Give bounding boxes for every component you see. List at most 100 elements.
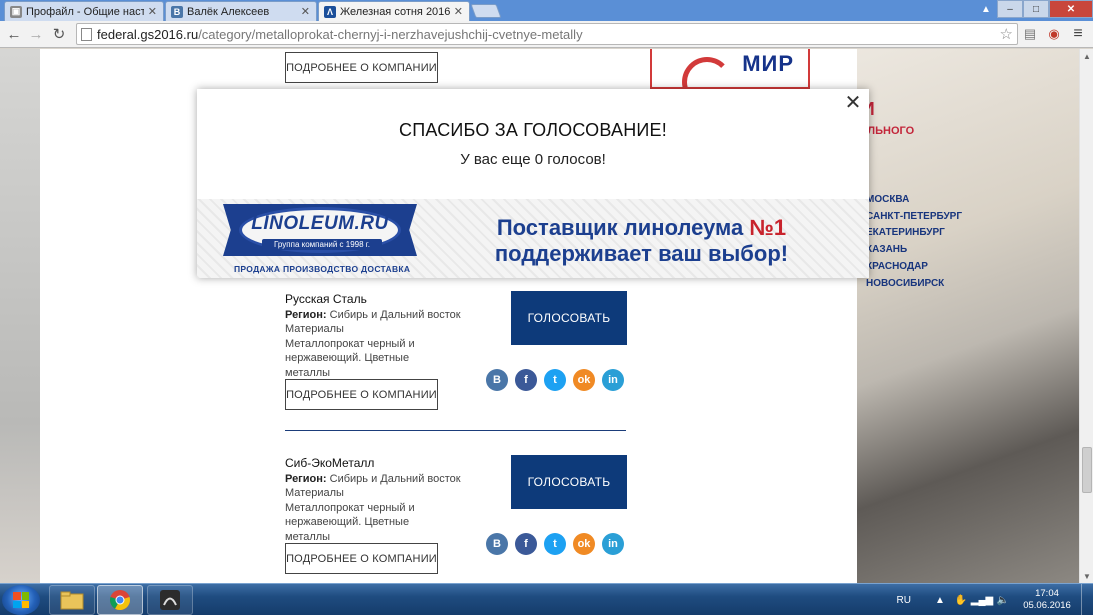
browser-tab-strip: ▣ Профайл - Общие настр ✕ В Валёк Алексе… — [0, 0, 1093, 21]
city-item: ЕКАТЕРИНБУРГ — [866, 227, 945, 239]
linkedin-icon[interactable]: in — [602, 369, 624, 391]
url-path: /category/metalloprokat-chernyj-i-nerzha… — [198, 26, 583, 42]
more-about-company-button[interactable]: ПОДРОБНЕЕ О КОМПАНИИ — [285, 379, 438, 410]
social-share: В f t ok in — [486, 369, 624, 391]
vk-icon[interactable]: В — [486, 533, 508, 555]
windows-taskbar: RU ▲ ✋ ▂▄▆ 🔈 17:04 05.06.2016 — [0, 583, 1093, 615]
more-about-company-button[interactable]: ПОДРОБНЕЕ О КОМПАНИИ — [285, 52, 438, 83]
twitter-icon[interactable]: t — [544, 533, 566, 555]
odnoklassniki-icon[interactable]: ok — [573, 369, 595, 391]
cities-list: МОСКВА САНКТ-ПЕТЕРБУРГ ЕКАТЕРИНБУРГ КАЗА… — [866, 192, 962, 292]
materials-value: Металлопрокат черный и нержавеющий. Цвет… — [285, 337, 415, 379]
materials-label: Материалы — [285, 323, 344, 335]
tab-title: Профайл - Общие настр — [26, 5, 144, 18]
materials-label: Материалы — [285, 487, 344, 499]
close-icon[interactable]: ✕ — [454, 5, 463, 18]
tab-title: Валёк Алексеев — [187, 5, 270, 18]
maximize-button[interactable]: □ — [1023, 0, 1049, 18]
close-icon[interactable]: ✕ — [844, 93, 862, 113]
explorer-taskbar-icon[interactable] — [49, 585, 95, 615]
city-item: САНКТ-ПЕТЕРБУРГ — [866, 210, 963, 222]
tab-vk[interactable]: В Валёк Алексеев ✕ — [165, 1, 317, 21]
app-taskbar-icon[interactable] — [147, 585, 193, 615]
network-icon[interactable]: ▂▄▆ — [971, 593, 993, 607]
scrollbar-thumb[interactable] — [1082, 447, 1092, 493]
volume-icon[interactable]: 🔈 — [996, 593, 1010, 607]
window-close-button[interactable]: ✕ — [1049, 0, 1093, 18]
company-name: Русская Сталь — [285, 292, 367, 306]
linoleum-ad-banner[interactable]: LINOLEUM.RU Группа компаний с 1998 г. ПР… — [197, 199, 869, 278]
logo-subtitle: Группа компаний с 1998 г. — [262, 239, 382, 250]
tray-app-icon[interactable]: ✋ — [954, 593, 968, 607]
language-indicator[interactable]: RU — [897, 595, 911, 606]
tab-zheleznaya-sotnya[interactable]: Λ Железная сотня 2016 ✕ — [318, 1, 470, 21]
tab-title: Железная сотня 2016 — [340, 5, 450, 18]
vote-button[interactable]: ГОЛОСОВАТЬ — [511, 291, 627, 345]
scroll-up-icon[interactable]: ▲ — [1080, 49, 1093, 63]
new-tab-button[interactable] — [470, 4, 502, 18]
background-image-left — [0, 49, 40, 583]
materials-value: Металлопрокат черный и нержавеющий. Цвет… — [285, 501, 415, 543]
social-share: В f t ok in — [486, 533, 624, 555]
odnoklassniki-icon[interactable]: ok — [573, 533, 595, 555]
city-item: КАЗАНЬ — [866, 244, 908, 256]
clock-time: 17:04 — [1035, 588, 1059, 599]
tray-arrow-icon[interactable]: ▲ — [933, 593, 947, 607]
region-label: Регион: — [285, 308, 327, 321]
user-icon[interactable]: ▲ — [975, 0, 997, 18]
close-icon[interactable]: ✕ — [301, 5, 310, 18]
show-desktop-button[interactable] — [1081, 584, 1093, 615]
vote-button[interactable]: ГОЛОСОВАТЬ — [511, 455, 627, 509]
vk-icon[interactable]: В — [486, 369, 508, 391]
chrome-taskbar-icon[interactable] — [97, 585, 143, 615]
linkedin-icon[interactable]: in — [602, 533, 624, 555]
back-icon[interactable]: ← — [5, 25, 23, 43]
facebook-icon[interactable]: f — [515, 369, 537, 391]
system-tray: RU ▲ ✋ ▂▄▆ 🔈 17:04 05.06.2016 — [897, 584, 1093, 615]
windows-logo-icon — [13, 592, 29, 608]
facebook-icon[interactable]: f — [515, 533, 537, 555]
slogan-part2: поддерживает ваш выбор! — [494, 241, 789, 266]
logo-text: LINOLEUM.RU — [251, 213, 389, 234]
more-about-company-button[interactable]: ПОДРОБНЕЕ О КОМПАНИИ — [285, 543, 438, 574]
linoleum-logo: LINOLEUM.RU Группа компаний с 1998 г. — [239, 207, 401, 253]
forward-icon[interactable]: → — [27, 25, 45, 43]
address-bar[interactable]: federal.gs2016.ru/category/metalloprokat… — [76, 23, 1018, 45]
bookmark-star-icon[interactable]: ☆ — [1000, 25, 1013, 43]
region-value: Сибирь и Дальний восток — [329, 472, 461, 485]
tab-profile[interactable]: ▣ Профайл - Общие настр ✕ — [4, 1, 164, 21]
banner-slogan: Поставщик линолеума №1 поддерживает ваш … — [489, 215, 794, 267]
divider — [285, 430, 626, 431]
region-value: Сибирь и Дальний восток — [329, 308, 461, 321]
company-name: Сиб-ЭкоМеталл — [285, 456, 375, 470]
window-controls: ▲ – □ ✕ — [975, 0, 1093, 18]
modal-subtitle: У вас еще 0 голосов! — [460, 151, 606, 168]
clock[interactable]: 17:04 05.06.2016 — [1017, 588, 1077, 612]
minimize-button[interactable]: – — [997, 0, 1023, 18]
twitter-icon[interactable]: t — [544, 369, 566, 391]
close-icon[interactable]: ✕ — [148, 5, 157, 18]
region-label: Регион: — [285, 472, 327, 485]
city-item: КРАСНОДАР — [866, 260, 928, 272]
mir-logo-arc — [682, 57, 732, 87]
reload-icon[interactable]: ↻ — [50, 25, 68, 43]
page-scrollbar[interactable]: ▲ ▼ — [1079, 49, 1093, 583]
extension-record-icon[interactable]: ◉ — [1045, 25, 1063, 43]
url-host: federal.gs2016.ru — [97, 26, 199, 42]
page-icon: ▣ — [10, 5, 22, 18]
company-card: Русская Сталь Регион: Сибирь и Дальний в… — [285, 292, 465, 380]
city-item: НОВОСИБИРСК — [866, 277, 945, 289]
vote-thanks-modal: ✕ СПАСИБО ЗА ГОЛОСОВАНИЕ! У вас еще 0 го… — [197, 89, 869, 278]
scroll-down-icon[interactable]: ▼ — [1080, 569, 1093, 583]
slogan-part1: Поставщик линолеума — [496, 215, 750, 240]
mir-logo: МИР — [742, 51, 794, 76]
slogan-highlight: №1 — [749, 215, 787, 240]
vk-icon: В — [171, 5, 183, 18]
company-card: Сиб-ЭкоМеталл Регион: Сибирь и Дальний в… — [285, 456, 465, 544]
mir-banner[interactable]: МИР — [650, 49, 810, 89]
menu-icon[interactable]: ≡ — [1069, 25, 1087, 43]
browser-toolbar: ← → ↻ federal.gs2016.ru/category/metallo… — [0, 21, 1093, 48]
start-button[interactable] — [2, 585, 40, 615]
extension-icon[interactable]: ▤ — [1021, 25, 1039, 43]
clock-date: 05.06.2016 — [1023, 600, 1071, 611]
